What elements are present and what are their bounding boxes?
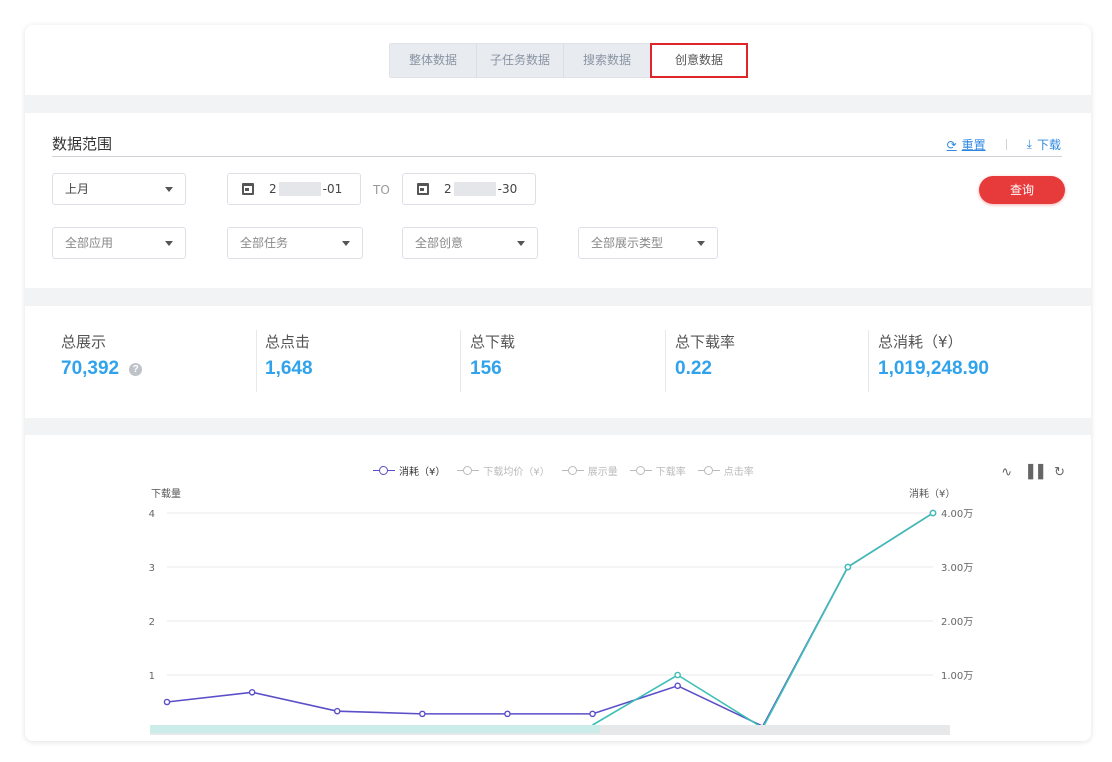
data-point[interactable] <box>333 707 341 715</box>
query-button[interactable]: 查询 <box>979 176 1065 204</box>
data-point[interactable] <box>674 682 681 690</box>
download-button[interactable]: ⤓ 下载 <box>1027 136 1061 153</box>
redacted-block <box>278 182 321 196</box>
stat-label: 总展示 <box>61 333 107 351</box>
y-left-tick-label: 1 <box>149 671 155 682</box>
tab-subtask[interactable]: 子任务数据 <box>477 44 564 77</box>
series-line <box>592 512 934 730</box>
creative-select-value: 全部创意 <box>415 236 464 250</box>
y-right-tick-label: 3.00万 <box>941 563 973 574</box>
stat-divider <box>460 330 461 392</box>
task-select[interactable]: 全部任务 <box>227 227 363 259</box>
data-point[interactable] <box>248 688 256 696</box>
filter-card: 数据范围 ⟳ 重置 ⤓ 下载 上月 2 -01 TO 2 -30 查询 全部应用… <box>25 113 1091 288</box>
y-left-tick-label: 2 <box>149 617 155 628</box>
date-from-input[interactable]: 2 -01 <box>227 173 361 205</box>
y-right-axis-label: 消耗（¥） <box>909 487 955 500</box>
y-right-tick-label: 1.00万 <box>941 671 973 682</box>
redacted-block <box>453 182 496 196</box>
section-title: 数据范围 <box>52 135 113 153</box>
display-type-select[interactable]: 全部展示类型 <box>578 227 718 259</box>
action-separator <box>1005 139 1007 150</box>
y-right-tick-label: 2.00万 <box>941 617 973 628</box>
stat-label: 总点击 <box>265 333 311 351</box>
date-to-suffix: -30 <box>497 182 518 196</box>
download-label: 下载 <box>1036 138 1061 152</box>
stat-value: 70,392 <box>61 358 120 379</box>
data-point[interactable] <box>419 710 426 718</box>
stat-total-downloads: 总下载 156 <box>470 331 515 391</box>
stats-card: 总展示 70,392? 总点击 1,648 总下载 156 总下载率 0.22 … <box>25 306 1091 418</box>
tab-search[interactable]: 搜索数据 <box>564 44 651 77</box>
stat-value: 156 <box>470 358 502 379</box>
redacted-x-axis <box>150 725 600 733</box>
data-point[interactable] <box>163 698 171 706</box>
date-to-input[interactable]: 2 -30 <box>402 173 536 205</box>
y-left-axis-label: 下载量 <box>151 488 181 500</box>
section-divider <box>52 156 1062 157</box>
app-select[interactable]: 全部应用 <box>52 227 186 259</box>
tabs-card: 整体数据 子任务数据 搜索数据 创意数据 <box>25 25 1091 95</box>
data-point[interactable] <box>844 563 852 571</box>
reset-button[interactable]: ⟳ 重置 <box>947 136 986 153</box>
period-value: 上月 <box>65 182 90 196</box>
refresh-icon: ⟳ <box>946 137 957 152</box>
stat-divider <box>256 330 257 392</box>
y-left-tick-label: 3 <box>149 563 155 574</box>
stat-value: 0.22 <box>675 358 712 379</box>
chevron-down-icon <box>342 241 350 246</box>
chevron-down-icon <box>165 187 173 192</box>
chevron-down-icon <box>165 241 173 246</box>
period-select[interactable]: 上月 <box>52 173 186 205</box>
app-frame: 整体数据 子任务数据 搜索数据 创意数据 数据范围 ⟳ 重置 ⤓ 下载 上月 2… <box>25 25 1091 741</box>
to-label: TO <box>373 183 390 197</box>
download-icon: ⤓ <box>1026 137 1032 151</box>
stat-label: 总下载率 <box>675 333 736 351</box>
data-point[interactable] <box>589 710 596 718</box>
data-point[interactable] <box>504 710 511 718</box>
filter-actions: ⟳ 重置 ⤓ 下载 <box>947 136 1061 153</box>
stat-total-cost: 总消耗（¥） 1,019,248.90 <box>878 331 989 391</box>
data-point[interactable] <box>674 671 681 679</box>
stat-label: 总消耗（¥） <box>878 333 963 351</box>
stat-total-clicks: 总点击 1,648 <box>265 331 313 391</box>
reset-label: 重置 <box>961 138 986 152</box>
stat-value: 1,648 <box>265 358 313 379</box>
line-chart: 下载量 消耗（¥） 4 4.00万 3 3.00万 2 2.00万 1 1.00万 <box>149 487 973 735</box>
y-left-tick-label: 4 <box>149 509 155 520</box>
date-to-prefix: 2 <box>444 182 452 196</box>
calendar-icon <box>417 183 429 195</box>
help-icon[interactable]: ? <box>129 362 143 376</box>
data-tabs: 整体数据 子任务数据 搜索数据 创意数据 <box>389 43 748 78</box>
data-point[interactable] <box>929 509 937 517</box>
task-select-value: 全部任务 <box>240 236 289 250</box>
display-type-select-value: 全部展示类型 <box>591 236 664 250</box>
stat-value: 1,019,248.90 <box>878 358 989 379</box>
y-right-tick-label: 4.00万 <box>941 509 973 520</box>
date-from-prefix: 2 <box>269 182 277 196</box>
creative-select[interactable]: 全部创意 <box>402 227 538 259</box>
tab-overall[interactable]: 整体数据 <box>390 44 477 77</box>
chevron-down-icon <box>697 241 705 246</box>
stat-label: 总下载 <box>470 333 516 351</box>
stat-total-impressions: 总展示 70,392? <box>61 331 143 391</box>
chevron-down-icon <box>517 241 525 246</box>
chart-card: 消耗（¥） 下载均价（¥） 展示量 下载率 点击率 ∿ ▐▐ ↻ 下载量 消耗（… <box>25 435 1091 741</box>
stat-divider <box>665 330 666 392</box>
series-line <box>166 512 934 728</box>
tab-creative[interactable]: 创意数据 <box>650 43 748 78</box>
calendar-icon <box>242 183 254 195</box>
app-select-value: 全部应用 <box>65 236 114 250</box>
stat-download-rate: 总下载率 0.22 <box>675 331 735 391</box>
date-from-suffix: -01 <box>322 182 343 196</box>
stat-divider <box>868 330 869 392</box>
